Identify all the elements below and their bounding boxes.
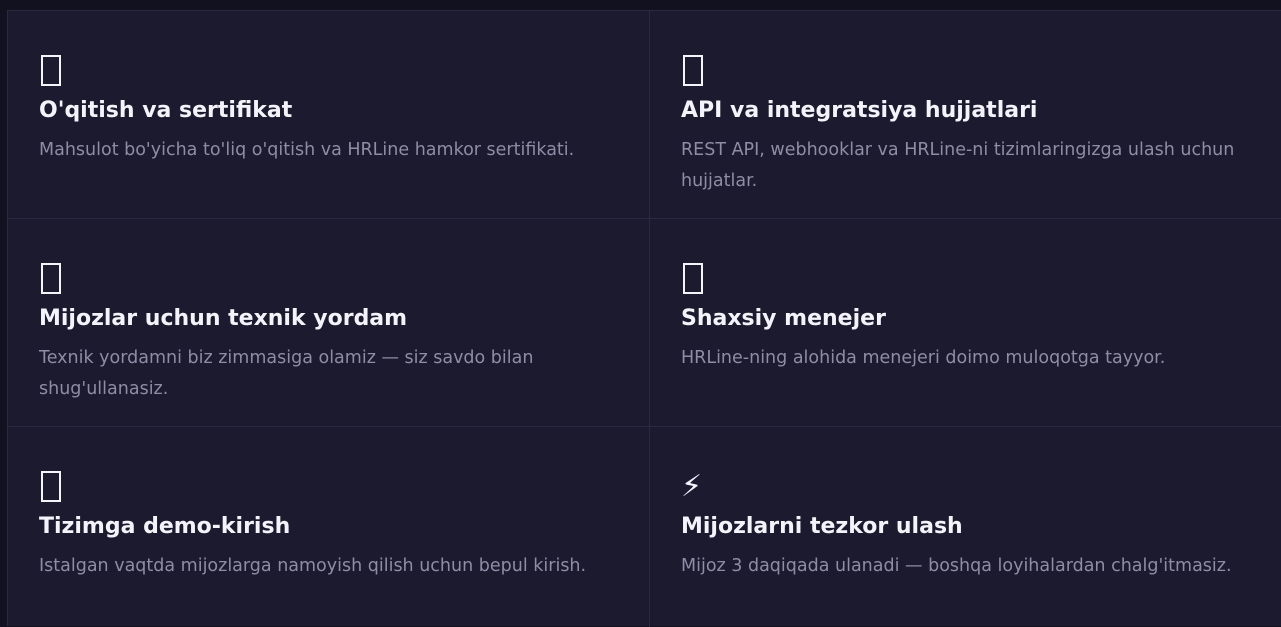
manager-icon	[681, 262, 721, 296]
support-icon	[39, 262, 79, 296]
certificate-icon	[39, 54, 79, 88]
feature-title: Shaxsiy menejer	[681, 306, 886, 331]
feature-card-support: Mijozlar uchun texnik yordam Texnik yord…	[8, 219, 650, 427]
feature-title: Mijozlar uchun texnik yordam	[39, 306, 408, 331]
feature-description: Mahsulot bo'yicha to'liq o'qitish va HRL…	[39, 140, 575, 160]
feature-card-demo: Tizimga demo-kirish Istalgan vaqtda mijo…	[8, 427, 650, 627]
feature-description: Istalgan vaqtda mijozlarga namoyish qili…	[39, 556, 587, 576]
features-grid: O'qitish va sertifikat Mahsulot bo'yicha…	[7, 10, 1281, 627]
feature-description: Texnik yordamni biz zimmasiga olamiz — s…	[39, 348, 534, 399]
lightning-glyph: ⚡	[681, 469, 703, 504]
api-docs-icon	[681, 54, 721, 88]
feature-card-api: API va integratsiya hujjatlari REST API,…	[650, 11, 1281, 219]
feature-title: API va integratsiya hujjatlari	[681, 98, 1038, 123]
feature-description: Mijoz 3 daqiqada ulanadi — boshqa loyiha…	[681, 556, 1232, 576]
feature-card-fast-onboarding: ⚡ Mijozlarni tezkor ulash Mijoz 3 daqiqa…	[650, 427, 1281, 627]
feature-description: REST API, webhooklar va HRLine-ni tiziml…	[681, 140, 1235, 191]
demo-access-icon	[39, 470, 79, 504]
feature-card-manager: Shaxsiy menejer HRLine-ning alohida mene…	[650, 219, 1281, 427]
lightning-icon: ⚡	[681, 470, 721, 504]
feature-title: Tizimga demo-kirish	[39, 514, 291, 539]
feature-title: Mijozlarni tezkor ulash	[681, 514, 963, 539]
feature-title: O'qitish va sertifikat	[39, 98, 293, 123]
feature-card-training: O'qitish va sertifikat Mahsulot bo'yicha…	[8, 11, 650, 219]
feature-description: HRLine-ning alohida menejeri doimo muloq…	[681, 348, 1166, 368]
